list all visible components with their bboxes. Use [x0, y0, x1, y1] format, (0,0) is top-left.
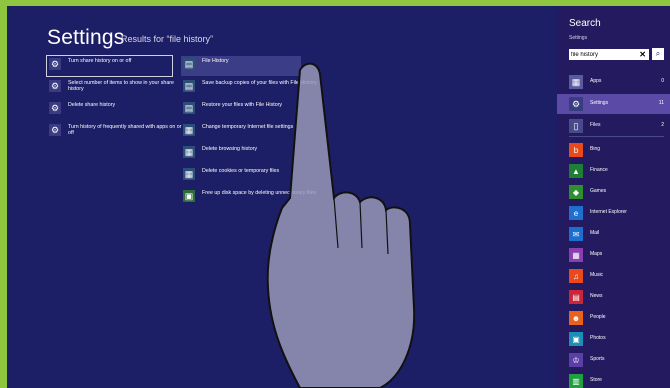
category-label: Files — [590, 122, 601, 128]
pointing-hand-icon — [266, 62, 416, 388]
result-label: Delete share history — [68, 102, 116, 108]
maps-icon: ▦ — [569, 248, 583, 262]
gear-icon: ⚙ — [49, 124, 61, 136]
file-history-icon: ▤ — [183, 58, 195, 70]
apps-icon: ▦ — [569, 75, 583, 89]
search-input[interactable] — [571, 49, 631, 60]
result-select-share-items[interactable]: ⚙ Select number of items to show in your… — [47, 78, 174, 98]
app-label: News — [590, 293, 603, 299]
app-label: Music — [590, 272, 604, 278]
gear-icon: ⚙ — [49, 80, 61, 92]
category-count: 0 — [661, 78, 664, 84]
windows-search-screen: Settings Results for “file history” ⚙ Tu… — [7, 6, 670, 388]
app-people[interactable]: ☻ People — [557, 308, 670, 328]
mail-icon: ✉ — [569, 227, 583, 241]
page-title: Settings — [47, 26, 125, 49]
category-apps[interactable]: ▦ Apps 0 — [557, 72, 670, 92]
people-icon: ☻ — [569, 311, 583, 325]
gear-icon: ⚙ — [569, 97, 583, 111]
app-mail[interactable]: ✉ Mail — [557, 224, 670, 244]
finance-icon: ▲ — [569, 164, 583, 178]
category-files[interactable]: ▯ Files 2 — [557, 116, 670, 136]
disk-cleanup-icon: ▣ — [183, 190, 195, 202]
games-icon: ◆ — [569, 185, 583, 199]
result-turn-share-history[interactable]: ⚙ Turn share history on or off — [46, 55, 173, 77]
category-settings[interactable]: ⚙ Settings 11 — [557, 94, 670, 114]
results-subtitle: Results for “file history” — [121, 34, 214, 44]
internet-explorer-icon: e — [569, 206, 583, 220]
app-store[interactable]: ▥ Store — [557, 371, 670, 388]
bing-icon: b — [569, 143, 583, 157]
result-label: Turn share history on or off — [68, 58, 132, 64]
result-label: Select number of items to show in your s… — [68, 80, 174, 93]
app-music[interactable]: ♫ Music — [557, 266, 670, 286]
app-label: Games — [590, 188, 607, 194]
app-label: Photos — [590, 335, 606, 341]
app-label: Maps — [590, 251, 603, 257]
app-finance[interactable]: ▲ Finance — [557, 161, 670, 181]
gear-icon: ⚙ — [49, 102, 61, 114]
divider — [569, 136, 664, 137]
app-photos[interactable]: ▣ Photos — [557, 329, 670, 349]
photos-icon: ▣ — [569, 332, 583, 346]
search-box: ✕ — [569, 49, 649, 60]
result-turn-app-history[interactable]: ⚙ Turn history of frequently shared with… — [47, 122, 181, 142]
app-sports[interactable]: ♔ Sports — [557, 350, 670, 370]
result-label: Turn history of frequently shared with a… — [68, 124, 182, 137]
app-label: Internet Explorer — [590, 209, 627, 215]
search-go-icon[interactable]: ⌕ — [652, 48, 664, 60]
app-bing[interactable]: b Bing — [557, 140, 670, 160]
result-delete-share-history[interactable]: ⚙ Delete share history — [47, 100, 172, 120]
search-charm: Search Settings ✕ ⌕ ▦ Apps 0 ⚙ Settings … — [557, 6, 670, 388]
app-label: Sports — [590, 356, 605, 362]
category-label: Settings — [590, 100, 609, 106]
search-scope: Settings — [569, 35, 588, 41]
category-label: Apps — [590, 78, 602, 84]
news-icon: ▤ — [569, 290, 583, 304]
music-icon: ♫ — [569, 269, 583, 283]
files-icon: ▯ — [569, 119, 583, 133]
app-maps[interactable]: ▦ Maps — [557, 245, 670, 265]
clear-search-icon[interactable]: ✕ — [639, 49, 646, 60]
file-history-icon: ▤ — [183, 80, 195, 92]
internet-settings-icon: ▦ — [183, 146, 195, 158]
app-games[interactable]: ◆ Games — [557, 182, 670, 202]
search-results-pane: Settings Results for “file history” ⚙ Tu… — [7, 6, 557, 388]
category-count: 11 — [658, 100, 664, 106]
app-internet-explorer[interactable]: e Internet Explorer — [557, 203, 670, 223]
app-label: Mail — [590, 230, 600, 236]
file-history-icon: ▤ — [183, 102, 195, 114]
sports-icon: ♔ — [569, 353, 583, 367]
app-label: Finance — [590, 167, 608, 173]
gear-icon: ⚙ — [49, 58, 61, 70]
app-label: Bing — [590, 146, 601, 152]
internet-settings-icon: ▦ — [183, 124, 195, 136]
search-title: Search — [569, 18, 601, 29]
internet-settings-icon: ▦ — [183, 168, 195, 180]
app-news[interactable]: ▤ News — [557, 287, 670, 307]
app-label: Store — [590, 377, 602, 383]
app-label: People — [590, 314, 606, 320]
category-count: 2 — [661, 122, 664, 128]
store-icon: ▥ — [569, 374, 583, 388]
